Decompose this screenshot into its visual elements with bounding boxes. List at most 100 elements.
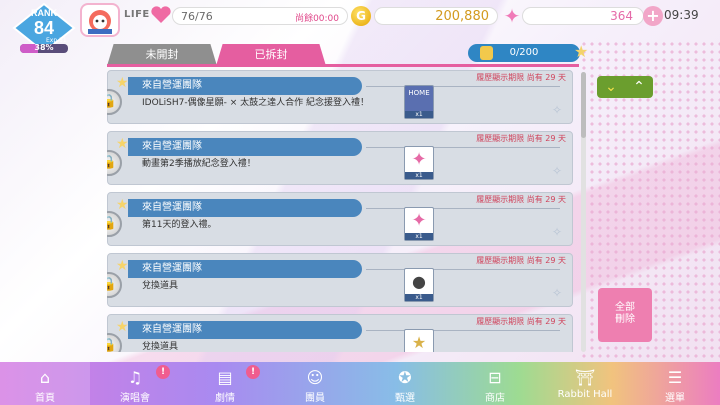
item-message: 第11天的登入禮。 <box>142 220 217 230</box>
star-icon: ★ <box>116 258 129 274</box>
tab-underline <box>107 64 579 67</box>
heart-icon <box>151 6 171 24</box>
divider <box>366 330 560 331</box>
hall-icon: ⛩ <box>574 368 596 387</box>
present-count: 0/200 <box>509 47 539 58</box>
item-message: 兌換道具 <box>142 281 179 291</box>
alert-badge: ! <box>156 365 170 379</box>
item-thumbnail: ✦ x1 <box>404 146 434 180</box>
item-sender: 來自營運團隊 <box>128 77 362 95</box>
nav-label: 甄選 <box>395 393 415 404</box>
exp-percent: 38% <box>34 44 54 52</box>
lock-toggle-icon[interactable]: 🔒 <box>107 333 122 352</box>
tab-opened[interactable]: 已拆封 <box>216 44 326 66</box>
chevron-down-icon[interactable]: ⌄ <box>597 76 625 98</box>
sparkle-icon: ✧ <box>551 225 562 239</box>
scroll-thumb[interactable] <box>581 72 586 138</box>
card-icon: ✪ <box>398 368 412 387</box>
sparkle-icon: ✧ <box>551 286 562 300</box>
nav-label: 演唱會 <box>120 393 150 404</box>
sparkle-icon: ✦ <box>503 4 521 28</box>
tab-sealed[interactable]: 未開封 <box>107 44 217 66</box>
add-gems-button[interactable]: + <box>643 6 663 26</box>
nav-label: 首頁 <box>35 393 55 404</box>
book-icon: ▤ <box>217 368 233 387</box>
lock-toggle-icon[interactable]: 🔒 <box>107 272 122 298</box>
exp-bar: 38% <box>20 44 68 53</box>
nav-gacha[interactable]: ✪ 甄選 <box>360 362 450 405</box>
rank-value: 84 <box>33 18 55 38</box>
list-item[interactable]: ★ 來自營運團隊 履歷顯示期限 尚有 29 天 IDOLiSH7-偶像星願- ×… <box>107 70 573 124</box>
nav-label: 劇情 <box>215 393 235 404</box>
nav-home[interactable]: ⌂ 首頁 <box>0 362 90 405</box>
lock-toggle-icon[interactable]: 🔒 <box>107 211 122 237</box>
sparkle-gem-icon: ✦ <box>411 149 427 170</box>
nav-shop[interactable]: ⊟ 商店 <box>450 362 540 405</box>
nav-story[interactable]: ▤ 劇情 ! <box>180 362 270 405</box>
lock-toggle-icon[interactable]: 🔒 <box>107 150 122 176</box>
exp-label: Exp.31 <box>46 37 67 44</box>
star-icon: ★ <box>116 75 129 91</box>
lock-toggle-icon[interactable]: 🔒 <box>107 89 122 115</box>
item-message: 兌換道具 <box>142 342 179 352</box>
nav-live[interactable]: ♫ 演唱會 ! <box>90 362 180 405</box>
clock: 09:39 <box>664 8 699 22</box>
sparkle-icon: ✧ <box>551 103 562 117</box>
star-icon: ★ <box>116 197 129 213</box>
item-expiry: 履歷顯示期限 尚有 29 天 <box>476 195 566 204</box>
delete-all-label-1: 全部 <box>615 302 635 313</box>
coin-icon: G <box>351 6 371 26</box>
basket-icon: ⊟ <box>488 368 502 387</box>
item-quantity: x1 <box>405 111 433 118</box>
list-scrollbar[interactable] <box>581 72 586 352</box>
item-message: IDOLiSH7-偶像星願- × 太鼓之達人合作 紀念援登入禮！ <box>142 98 370 108</box>
nav-members[interactable]: ☺ 團員 <box>270 362 360 405</box>
item-thumbnail: ★ <box>404 329 434 352</box>
nav-label: 團員 <box>305 393 325 404</box>
mascot-avatar[interactable] <box>80 3 120 37</box>
item-thumbnail: ✦ x1 <box>404 207 434 241</box>
item-sender: 來自營運團隊 <box>128 138 362 156</box>
list-item[interactable]: ★ 來自營運團隊 履歷顯示期限 尚有 29 天 第11天的登入禮。 ✦ x1 🔒… <box>107 192 573 246</box>
menu-icon: ☰ <box>667 368 683 387</box>
item-icon: ● <box>412 272 426 291</box>
item-sender: 來自營運團隊 <box>128 260 362 278</box>
rank-label: RANK <box>31 8 57 18</box>
life-bar: 76/76 尚餘00:00 <box>172 7 348 25</box>
chevron-up-icon[interactable]: ⌃ <box>625 76 653 98</box>
list-item[interactable]: ★ 來自營運團隊 履歷顯示期限 尚有 29 天 動畫第2季播放紀念登入禮！ ✦ … <box>107 131 573 185</box>
sparkle-icon: ✧ <box>551 164 562 178</box>
present-count-pill: 0/200 <box>468 44 580 62</box>
nav-menu[interactable]: ☰ 選單 <box>630 362 720 405</box>
gold-bar: 200,880 <box>374 7 498 25</box>
present-list[interactable]: ★ 來自營運團隊 履歷顯示期限 尚有 29 天 IDOLiSH7-偶像星願- ×… <box>107 70 573 352</box>
item-quantity: x1 <box>405 233 433 240</box>
star-icon: ★ <box>574 42 589 61</box>
divider <box>366 147 560 148</box>
gold-value: 200,880 <box>435 9 489 24</box>
list-item[interactable]: ★ 來自營運團隊 履歷顯示期限 尚有 29 天 兌換道具 ★ 🔒 <box>107 314 573 352</box>
member-icon: ☺ <box>306 368 324 387</box>
alert-badge: ! <box>246 365 260 379</box>
bottom-nav: ⌂ 首頁 ♫ 演唱會 ! ▤ 劇情 ! ☺ 團員 ✪ 甄選 ⊟ 商店 ⛩ Rab… <box>0 362 720 405</box>
list-item[interactable]: ★ 來自營運團隊 履歷顯示期限 尚有 29 天 兌換道具 ● x1 🔒 ✧ <box>107 253 573 307</box>
divider <box>366 208 560 209</box>
item-expiry: 履歷顯示期限 尚有 29 天 <box>476 73 566 82</box>
item-expiry: 履歷顯示期限 尚有 29 天 <box>476 317 566 326</box>
sort-control: ⌄ ⌃ <box>597 76 653 98</box>
sparkle-gem-icon: ✦ <box>411 210 427 231</box>
delete-all-button[interactable]: 全部 刪除 <box>598 288 652 342</box>
thumb-label: HOME <box>408 89 430 97</box>
nav-label: 商店 <box>485 393 505 404</box>
music-note-icon: ♫ <box>127 368 143 387</box>
star-item-icon: ★ <box>411 333 427 352</box>
star-icon: ★ <box>116 319 129 335</box>
item-expiry: 履歷顯示期限 尚有 29 天 <box>476 256 566 265</box>
item-quantity: x1 <box>405 294 433 301</box>
item-sender: 來自營運團隊 <box>128 321 362 339</box>
gem-value: 364 <box>610 9 633 23</box>
item-quantity: x1 <box>405 172 433 179</box>
home-icon: ⌂ <box>39 368 51 387</box>
life-label: LIFE <box>124 9 150 20</box>
nav-rabbit-hall[interactable]: ⛩ Rabbit Hall <box>540 362 630 405</box>
